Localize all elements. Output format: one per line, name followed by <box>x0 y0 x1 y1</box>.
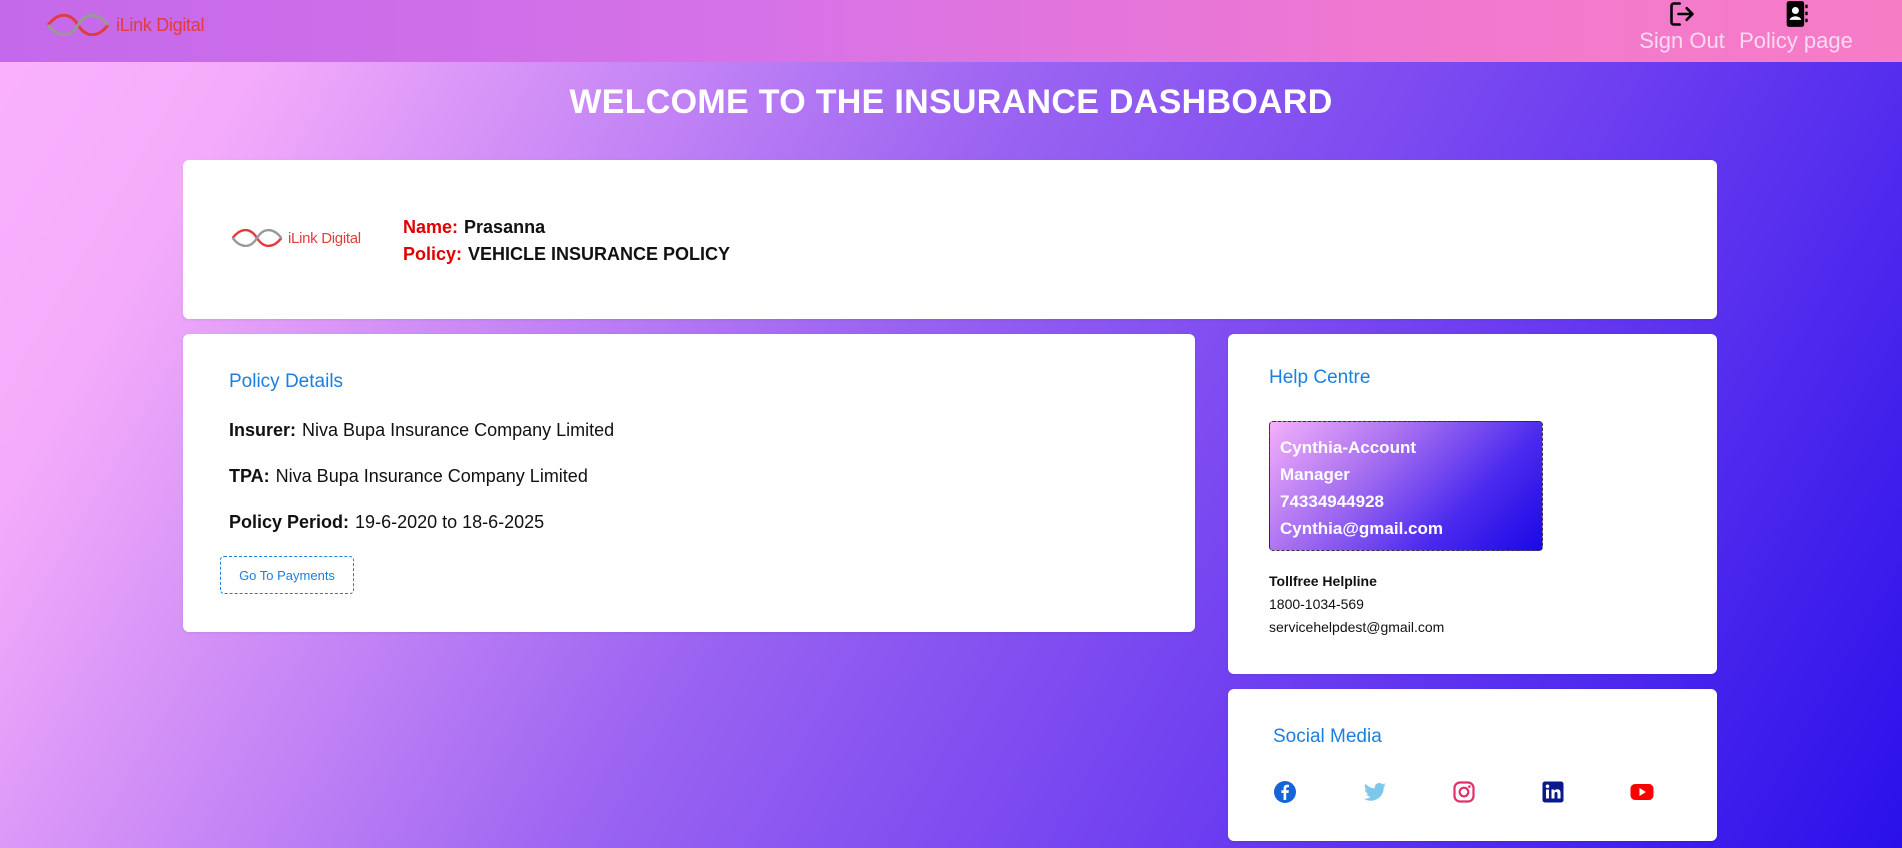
tollfree-info: Tollfree Helpline 1800-1034-569 serviceh… <box>1269 570 1444 639</box>
tollfree-title: Tollfree Helpline <box>1269 573 1377 589</box>
twitter-icon[interactable] <box>1363 780 1387 804</box>
ilink-logo-icon <box>46 14 110 36</box>
go-to-payments-button[interactable]: Go To Payments <box>220 556 354 594</box>
policy-details-card: Policy Details Insurer: Niva Bupa Insuran… <box>183 334 1195 632</box>
social-media-card: Social Media <box>1228 689 1717 841</box>
sign-out-label: Sign Out <box>1639 28 1725 53</box>
social-icons <box>1273 780 1675 804</box>
policy-page-link[interactable]: Policy page <box>1738 0 1854 54</box>
insurer-row: Insurer: Niva Bupa Insurance Company Limi… <box>229 420 614 441</box>
help-centre-title: Help Centre <box>1269 367 1371 388</box>
tpa-value: Niva Bupa Insurance Company Limited <box>275 466 588 486</box>
contact-book-icon <box>1786 1 1808 27</box>
facebook-icon[interactable] <box>1273 780 1297 804</box>
tollfree-email[interactable]: servicehelpdest@gmail.com <box>1269 616 1444 639</box>
insurer-value: Niva Bupa Insurance Company Limited <box>302 420 615 440</box>
linkedin-icon[interactable] <box>1541 780 1565 804</box>
account-manager-box: Cynthia-Account Manager 74334944928 Cynt… <box>1269 421 1543 551</box>
brand-logo[interactable]: iLink Digital <box>46 14 204 36</box>
sign-out-link[interactable]: Sign Out <box>1622 0 1742 54</box>
policy-label: Policy: <box>403 244 463 264</box>
top-navbar: iLink Digital Sign Out Policy page <box>0 0 1902 62</box>
youtube-icon[interactable] <box>1630 780 1654 804</box>
name-label: Name: <box>403 217 459 237</box>
policy-page-label: Policy page <box>1739 28 1853 53</box>
profile-info: Name: Prasanna Policy: VEHICLE INSURANCE P… <box>403 214 730 268</box>
manager-email[interactable]: Cynthia@gmail.com <box>1280 515 1532 542</box>
policy-period-value: 19-6-2020 to 18-6-2025 <box>355 512 545 532</box>
tpa-row: TPA: Niva Bupa Insurance Company Limited <box>229 466 588 487</box>
tpa-label: TPA: <box>229 466 270 486</box>
manager-line: Manager <box>1280 465 1350 484</box>
sign-out-icon <box>1670 2 1694 26</box>
manager-line: Cynthia-Account <box>1280 438 1416 457</box>
help-centre-card: Help Centre Cynthia-Account Manager 7433… <box>1228 334 1717 674</box>
insurer-label: Insurer: <box>229 420 297 440</box>
ilink-logo-icon <box>231 229 283 247</box>
profile-card: iLink Digital Name: Prasanna Policy: VEHIC… <box>183 160 1717 319</box>
policy-value: VEHICLE INSURANCE POLICY <box>468 244 731 264</box>
profile-logo-text: iLink Digital <box>288 229 361 247</box>
instagram-icon[interactable] <box>1452 780 1476 804</box>
policy-period-label: Policy Period: <box>229 512 350 532</box>
tollfree-number: 1800-1034-569 <box>1269 596 1364 612</box>
profile-policy-row: Policy: VEHICLE INSURANCE POLICY <box>403 241 730 268</box>
profile-logo: iLink Digital <box>231 229 361 247</box>
page-title: WELCOME TO THE INSURANCE DASHBOARD <box>569 83 1333 121</box>
policy-details-title: Policy Details <box>229 371 344 392</box>
brand-name: iLink Digital <box>116 14 205 35</box>
policy-period-row: Policy Period: 19-6-2020 to 18-6-2025 <box>229 512 544 533</box>
name-value: Prasanna <box>464 217 546 237</box>
profile-name-row: Name: Prasanna <box>403 214 730 241</box>
manager-phone: 74334944928 <box>1280 492 1385 511</box>
social-media-title: Social Media <box>1273 726 1382 747</box>
